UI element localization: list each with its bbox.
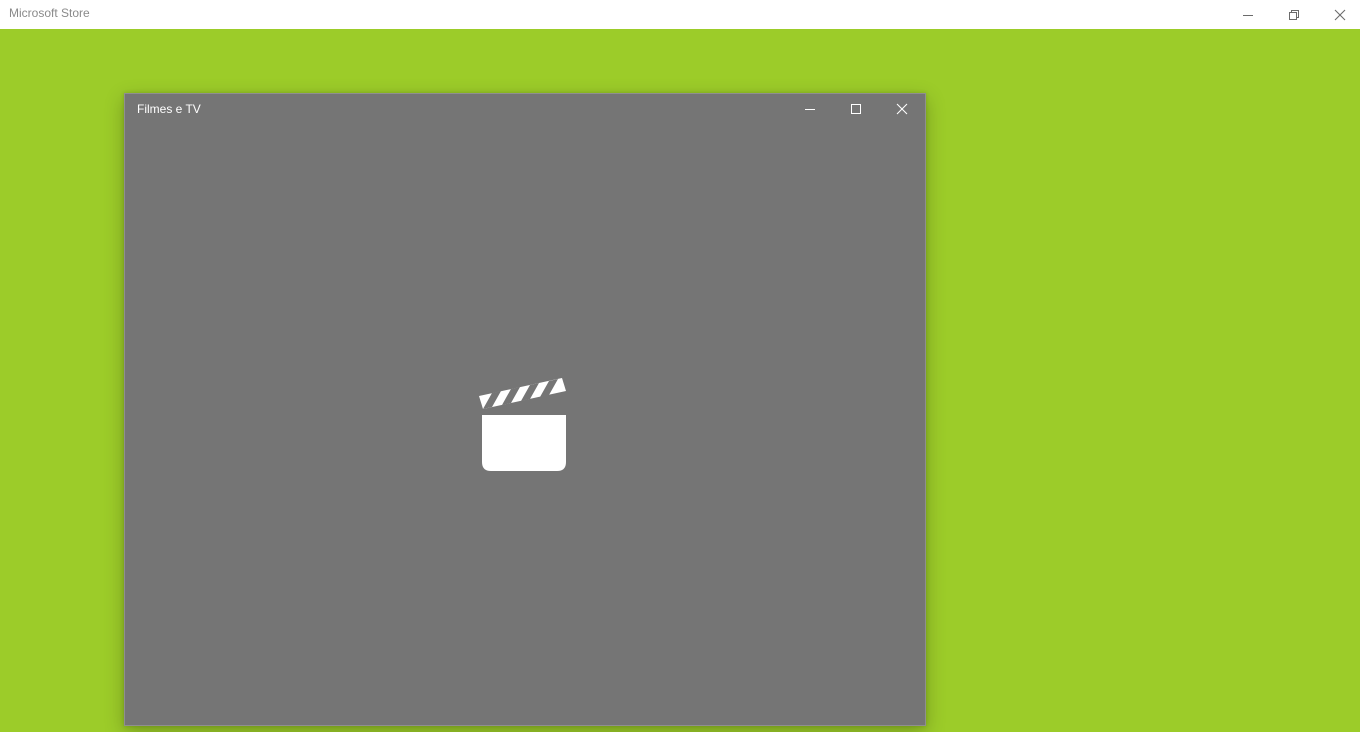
store-close-button[interactable]: [1317, 0, 1360, 29]
store-minimize-button[interactable]: [1225, 0, 1271, 29]
restore-icon: [1289, 9, 1299, 20]
minimize-icon: [1243, 14, 1253, 16]
store-restore-button[interactable]: [1271, 0, 1317, 29]
splash-titlebar[interactable]: Filmes e TV: [125, 94, 925, 124]
maximize-icon: [851, 104, 861, 114]
close-icon: [1334, 9, 1346, 20]
close-icon: [896, 103, 908, 115]
splash-minimize-button[interactable]: [787, 94, 833, 124]
store-window-title: Microsoft Store: [9, 6, 90, 20]
clapperboard-icon: [479, 378, 566, 471]
movies-tv-splash-window: Filmes e TV: [124, 93, 926, 726]
splash-close-button[interactable]: [879, 94, 925, 124]
splash-window-title: Filmes e TV: [137, 102, 201, 116]
microsoft-store-window: Microsoft Store Filmes e TV: [0, 0, 1360, 732]
minimize-icon: [805, 109, 815, 110]
store-titlebar[interactable]: Microsoft Store: [0, 0, 1360, 29]
splash-maximize-button[interactable]: [833, 94, 879, 124]
